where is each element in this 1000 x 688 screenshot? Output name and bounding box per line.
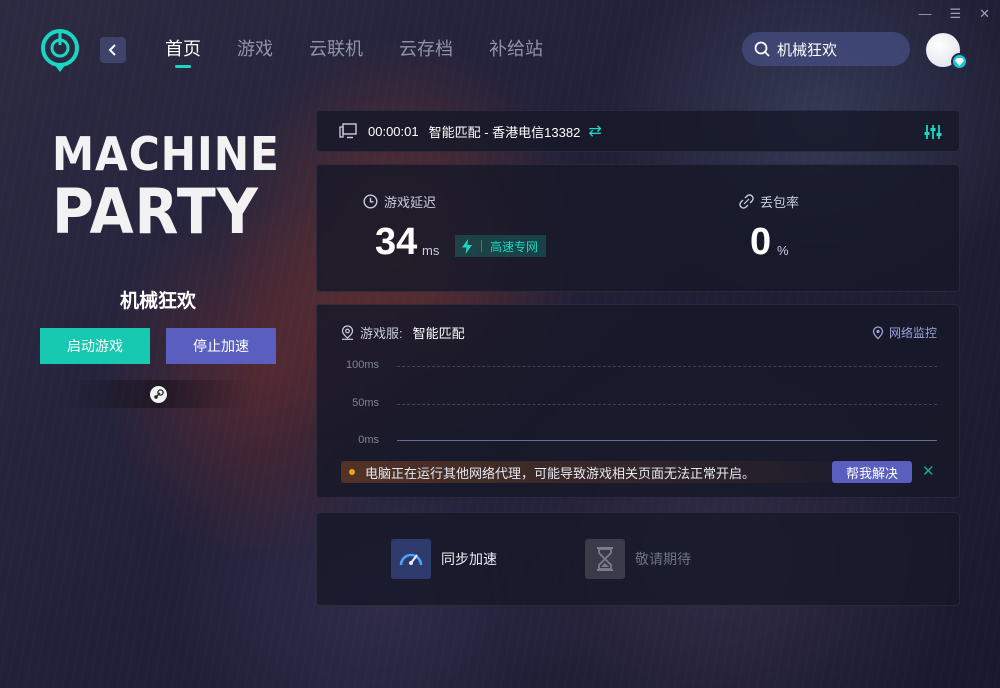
dismiss-warning-icon[interactable]: ✕ — [922, 462, 935, 480]
chart-baseline — [397, 440, 937, 441]
fix-it-button[interactable]: 帮我解决 — [832, 461, 912, 483]
network-monitor-label: 网络监控 — [888, 326, 937, 340]
minimize-button[interactable]: — — [918, 6, 931, 22]
lightning-icon — [462, 238, 472, 254]
coming-soon-label: 敬请期待 — [635, 551, 691, 567]
clock-icon — [363, 194, 378, 209]
latency-unit: ms — [422, 243, 440, 258]
hourglass-icon — [585, 539, 625, 579]
warning-dot-icon — [349, 469, 355, 475]
route-info: 智能匹配 - 香港电信13382 — [428, 124, 581, 140]
game-title: 机械狂欢 — [119, 291, 196, 312]
latency-label-row: 游戏延迟 — [363, 192, 436, 211]
network-monitor-link[interactable]: 网络监控 — [872, 324, 937, 341]
start-game-button[interactable]: 启动游戏 — [40, 328, 150, 364]
packet-loss-label: 丢包率 — [760, 195, 800, 210]
nav-cloud-play[interactable]: 云联机 — [309, 38, 363, 60]
menu-button[interactable]: ☰ — [949, 6, 961, 22]
nav-home[interactable]: 首页 — [165, 38, 201, 60]
switch-node-icon[interactable]: ⇄ — [588, 121, 601, 141]
packet-loss-label-row: 丢包率 — [739, 192, 799, 211]
coming-soon-tool: 敬请期待 — [585, 539, 691, 579]
speedometer-icon — [391, 539, 431, 579]
search-input[interactable]: 机械狂欢 — [742, 32, 910, 66]
game-logo-line1: MACHINE — [52, 127, 280, 181]
broken-link-icon — [739, 194, 754, 209]
line-type-label: 高速专网 — [490, 239, 539, 254]
search-value: 机械狂欢 — [777, 41, 838, 59]
nav-games[interactable]: 游戏 — [237, 38, 273, 60]
y-tick-label: 50ms — [352, 397, 379, 409]
proxy-warning-text: 电脑正在运行其他网络代理，可能导致游戏相关页面无法正常开启。 — [365, 465, 756, 481]
pc-icon — [339, 123, 357, 139]
network-chart-panel: 游戏服: 智能匹配 网络监控 100ms 50ms 0ms 电脑正在运行其他网络… — [316, 304, 960, 498]
settings-sliders-icon[interactable] — [923, 122, 943, 142]
vip-diamond-icon — [951, 53, 968, 70]
steam-icon[interactable] — [149, 385, 167, 403]
nav-supply-station[interactable]: 补给站 — [489, 38, 543, 60]
latency-label: 游戏延迟 — [384, 195, 437, 210]
location-pin-icon — [341, 325, 354, 340]
metrics-panel: 游戏延迟 34 ms 高速专网 丢包率 0 % — [316, 164, 960, 292]
game-server-label: 游戏服: — [360, 326, 403, 341]
latency-value: 34 — [375, 221, 418, 263]
app-logo-icon — [41, 29, 79, 72]
game-logo-line2: PARTY — [52, 175, 259, 248]
chevron-left-icon — [108, 44, 116, 56]
tools-panel: 同步加速 敬请期待 — [316, 512, 960, 606]
platform-bar — [60, 380, 256, 408]
grid-line — [397, 366, 937, 367]
nav-cloud-save[interactable]: 云存档 — [399, 38, 453, 60]
main-nav: 首页 游戏 云联机 云存档 补给站 — [165, 38, 579, 60]
stop-acceleration-button[interactable]: 停止加速 — [166, 328, 276, 364]
sync-acceleration-tool[interactable]: 同步加速 — [391, 539, 497, 579]
game-logo: MACHINE PARTY — [52, 127, 280, 248]
packet-loss-unit: % — [777, 243, 789, 258]
y-tick-label: 0ms — [358, 434, 379, 446]
window-controls: — ☰ ✕ — [918, 6, 990, 22]
line-type-tag: 高速专网 — [455, 235, 547, 257]
tag-divider — [481, 240, 482, 252]
monitor-pin-icon — [872, 325, 884, 339]
search-icon — [754, 41, 770, 57]
grid-line — [397, 404, 937, 405]
packet-loss-value: 0 — [750, 221, 772, 263]
proxy-warning-bar: 电脑正在运行其他网络代理，可能导致游戏相关页面无法正常开启。 — [341, 461, 901, 483]
game-server-value[interactable]: 智能匹配 — [413, 323, 465, 342]
game-server-row: 游戏服: 智能匹配 — [341, 323, 465, 342]
y-tick-label: 100ms — [345, 359, 379, 371]
close-button[interactable]: ✕ — [979, 6, 990, 22]
sync-acceleration-label: 同步加速 — [441, 551, 497, 567]
acceleration-status-bar: 00:00:01 智能匹配 - 香港电信13382 ⇄ — [316, 110, 960, 152]
elapsed-time: 00:00:01 — [368, 123, 419, 139]
back-button[interactable] — [100, 37, 126, 63]
